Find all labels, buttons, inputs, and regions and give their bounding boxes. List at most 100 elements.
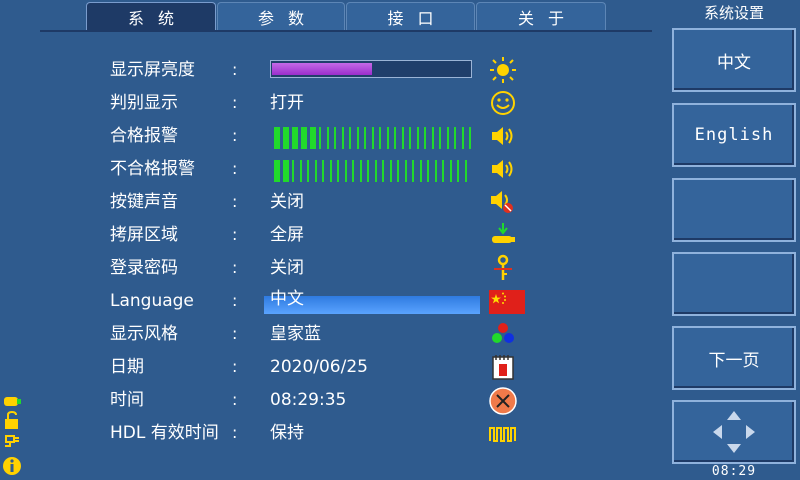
volume-tick	[454, 127, 456, 149]
volume-tick	[326, 127, 329, 149]
volume-tick	[386, 127, 389, 149]
volume-tick	[442, 160, 444, 182]
unlock-icon	[2, 410, 22, 430]
volume-tick	[446, 127, 449, 149]
volume-tick	[337, 160, 339, 182]
pass-alarm-label: 合格报警	[110, 126, 178, 146]
usb-icon	[488, 220, 518, 250]
hdl-time-label: HDL 有效时间	[110, 423, 219, 443]
panel-title: 系统设置	[703, 4, 764, 22]
volume-tick	[469, 127, 471, 149]
volume-tick	[283, 160, 289, 182]
colon: :	[232, 258, 238, 277]
language-value[interactable]: 中文	[270, 289, 304, 309]
tab-about[interactable]: 关于	[476, 2, 606, 30]
volume-tick	[434, 160, 437, 182]
volume-tick	[439, 127, 441, 149]
judge-display-value[interactable]: 打开	[270, 93, 304, 113]
fail-alarm-label: 不合格报警	[110, 159, 195, 179]
navigation-pad[interactable]	[672, 400, 796, 464]
volume-tick	[409, 127, 411, 149]
key-sound-value[interactable]: 关闭	[270, 192, 304, 212]
colon: :	[232, 423, 238, 442]
power-plug-icon	[2, 430, 22, 450]
key-sound-label: 按键声音	[110, 192, 178, 212]
nav-arrows-icon	[713, 411, 755, 453]
volume-tick	[344, 160, 347, 182]
status-clock: 08:29	[711, 464, 757, 479]
china-flag-icon	[489, 287, 525, 317]
volume-tick	[449, 160, 452, 182]
english-language-button[interactable]: English	[672, 103, 796, 167]
volume-tick	[461, 127, 464, 149]
colon: :	[232, 225, 238, 244]
volume-tick	[292, 160, 294, 182]
volume-tick	[310, 127, 316, 149]
tab-parameters[interactable]: 参数	[217, 2, 345, 30]
display-style-value[interactable]: 皇家蓝	[270, 324, 321, 344]
volume-tick	[307, 160, 309, 182]
volume-tick	[427, 160, 429, 182]
volume-tick	[329, 160, 332, 182]
calendar-icon	[488, 352, 518, 382]
volume-tick	[394, 127, 396, 149]
volume-tick	[424, 127, 426, 149]
fail-alarm-volume-meter[interactable]	[274, 160, 474, 182]
login-password-value[interactable]: 关闭	[270, 258, 304, 278]
volume-tick	[292, 127, 298, 149]
volume-tick	[419, 160, 422, 182]
empty-softkey-2[interactable]	[672, 252, 796, 316]
colon: :	[232, 159, 238, 178]
volume-tick	[349, 127, 351, 149]
volume-tick	[274, 160, 280, 182]
brightness-label: 显示屏亮度	[110, 60, 195, 80]
volume-tick	[457, 160, 459, 182]
smiley-icon	[488, 88, 518, 118]
time-label: 时间	[110, 390, 144, 410]
volume-tick	[341, 127, 344, 149]
colon: :	[232, 357, 238, 376]
empty-softkey-1[interactable]	[672, 178, 796, 242]
time-value[interactable]: 08:29:35	[270, 390, 346, 410]
volume-tick	[334, 127, 336, 149]
sun-icon	[488, 55, 518, 85]
colon: :	[232, 192, 238, 211]
chinese-language-button[interactable]: 中文	[672, 28, 796, 92]
volume-tick	[364, 127, 366, 149]
colon: :	[232, 324, 238, 343]
rgb-dots-icon	[488, 319, 518, 349]
volume-tick	[356, 127, 359, 149]
tab-divider	[40, 30, 652, 32]
brightness-fill	[272, 63, 372, 75]
volume-tick	[431, 127, 434, 149]
colon: :	[232, 291, 238, 310]
volume-tick	[382, 160, 384, 182]
volume-tick	[322, 160, 324, 182]
volume-tick	[412, 160, 414, 182]
key-icon	[488, 253, 518, 283]
volume-tick	[301, 127, 307, 149]
tab-system[interactable]: 系统	[86, 2, 216, 30]
volume-tick	[359, 160, 362, 182]
volume-tick	[379, 127, 381, 149]
capture-area-value[interactable]: 全屏	[270, 225, 304, 245]
pass-alarm-volume-meter[interactable]	[274, 127, 474, 149]
clock-icon	[488, 386, 518, 416]
date-value[interactable]: 2020/06/25	[270, 357, 368, 377]
speaker-muted-icon	[488, 187, 518, 217]
capture-area-label: 拷屏区域	[110, 225, 178, 245]
hdl-time-value[interactable]: 保持	[270, 423, 304, 443]
volume-tick	[314, 160, 317, 182]
usb-status-icon	[2, 392, 22, 412]
volume-tick	[283, 127, 289, 149]
info-icon[interactable]	[2, 456, 22, 476]
next-page-button[interactable]: 下一页	[672, 326, 796, 390]
volume-tick	[464, 160, 467, 182]
volume-tick	[401, 127, 404, 149]
date-label: 日期	[110, 357, 144, 377]
volume-tick	[397, 160, 399, 182]
brightness-slider[interactable]	[270, 60, 472, 78]
tab-interface[interactable]: 接口	[346, 2, 475, 30]
volume-tick	[299, 160, 302, 182]
judge-display-label: 判别显示	[110, 93, 178, 113]
